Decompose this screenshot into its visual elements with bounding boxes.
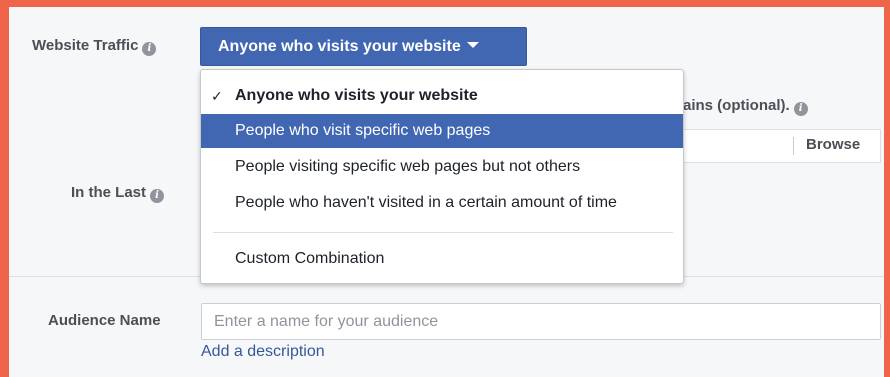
menu-option-label: Custom Combination [235, 250, 385, 267]
menu-option-specific-pages[interactable]: People who visit specific web pages [201, 114, 683, 148]
info-icon[interactable]: i [150, 189, 165, 203]
domains-label-text: ains (optional). [683, 97, 790, 114]
browse-separator [793, 137, 794, 155]
traffic-dropdown-menu: ✓ Anyone who visits your website People … [200, 69, 684, 284]
menu-option-label: People visiting specific web pages but n… [235, 158, 581, 175]
domains-label: ains (optional). i [683, 97, 808, 116]
website-traffic-label-text: Website Traffic [32, 37, 139, 54]
audience-name-label: Audience Name [48, 312, 161, 329]
menu-option-label: People who visit specific web pages [235, 122, 491, 139]
menu-option-specific-pages-not-others[interactable]: People visiting specific web pages but n… [201, 150, 683, 184]
browse-button[interactable]: Browse [806, 136, 860, 153]
add-description-link[interactable]: Add a description [201, 343, 325, 361]
menu-option-not-visited[interactable]: People who haven't visited in a certain … [201, 186, 683, 220]
caret-down-icon [466, 42, 479, 48]
info-icon[interactable]: i [142, 42, 157, 56]
in-the-last-label-text: In the Last [71, 184, 147, 201]
website-traffic-label: Website Traffic i [32, 37, 157, 56]
menu-option-label: Anyone who visits your website [235, 87, 478, 104]
menu-divider [213, 232, 673, 233]
audience-name-input[interactable] [201, 303, 881, 340]
checkmark-icon: ✓ [211, 88, 223, 104]
traffic-select-value: Anyone who visits your website [218, 38, 461, 55]
menu-option-custom-combination[interactable]: Custom Combination [201, 242, 683, 276]
in-the-last-label: In the Last i [71, 184, 165, 203]
menu-option-label: People who haven't visited in a certain … [235, 194, 617, 211]
traffic-select-button[interactable]: Anyone who visits your website [200, 27, 527, 66]
menu-option-anyone[interactable]: ✓ Anyone who visits your website [201, 79, 683, 113]
info-icon[interactable]: i [793, 102, 808, 116]
